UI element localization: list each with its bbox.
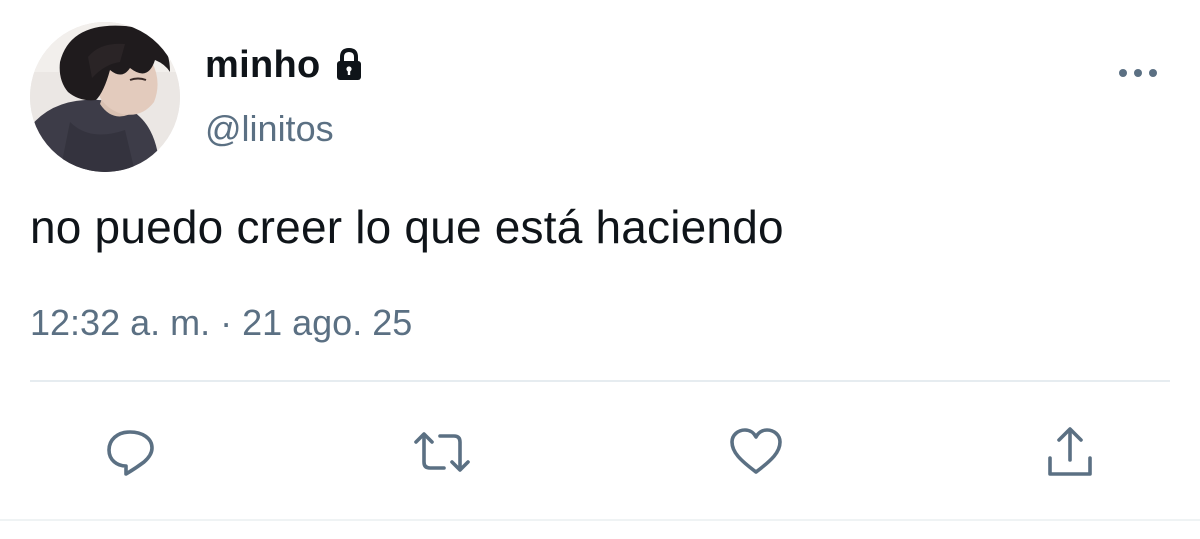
tweet-timestamp[interactable]: 12:32 a. m. · 21 ago. 25 <box>30 302 412 344</box>
more-horizontal-icon <box>1119 69 1157 77</box>
user-handle[interactable]: @linitos <box>205 108 334 150</box>
action-bar <box>0 420 1200 484</box>
avatar[interactable] <box>30 22 180 172</box>
avatar-image <box>30 22 180 172</box>
tweet-text: no puedo creer lo que está haciendo <box>30 201 784 253</box>
more-options-button[interactable] <box>1112 58 1164 88</box>
lock-icon <box>330 46 368 84</box>
heart-icon <box>730 428 782 474</box>
divider <box>30 380 1170 382</box>
retweet-icon <box>414 432 470 472</box>
share-icon <box>1048 427 1092 476</box>
retweet-button[interactable] <box>410 420 474 484</box>
user-name-row: minho <box>205 40 368 90</box>
reply-icon <box>107 430 154 476</box>
reply-button[interactable] <box>98 420 162 484</box>
tweet-card: minho @linitos no puedo creer lo que est… <box>0 0 1200 539</box>
bottom-divider <box>0 519 1200 521</box>
display-name[interactable]: minho <box>205 44 320 87</box>
share-button[interactable] <box>1038 420 1102 484</box>
like-button[interactable] <box>724 420 788 484</box>
